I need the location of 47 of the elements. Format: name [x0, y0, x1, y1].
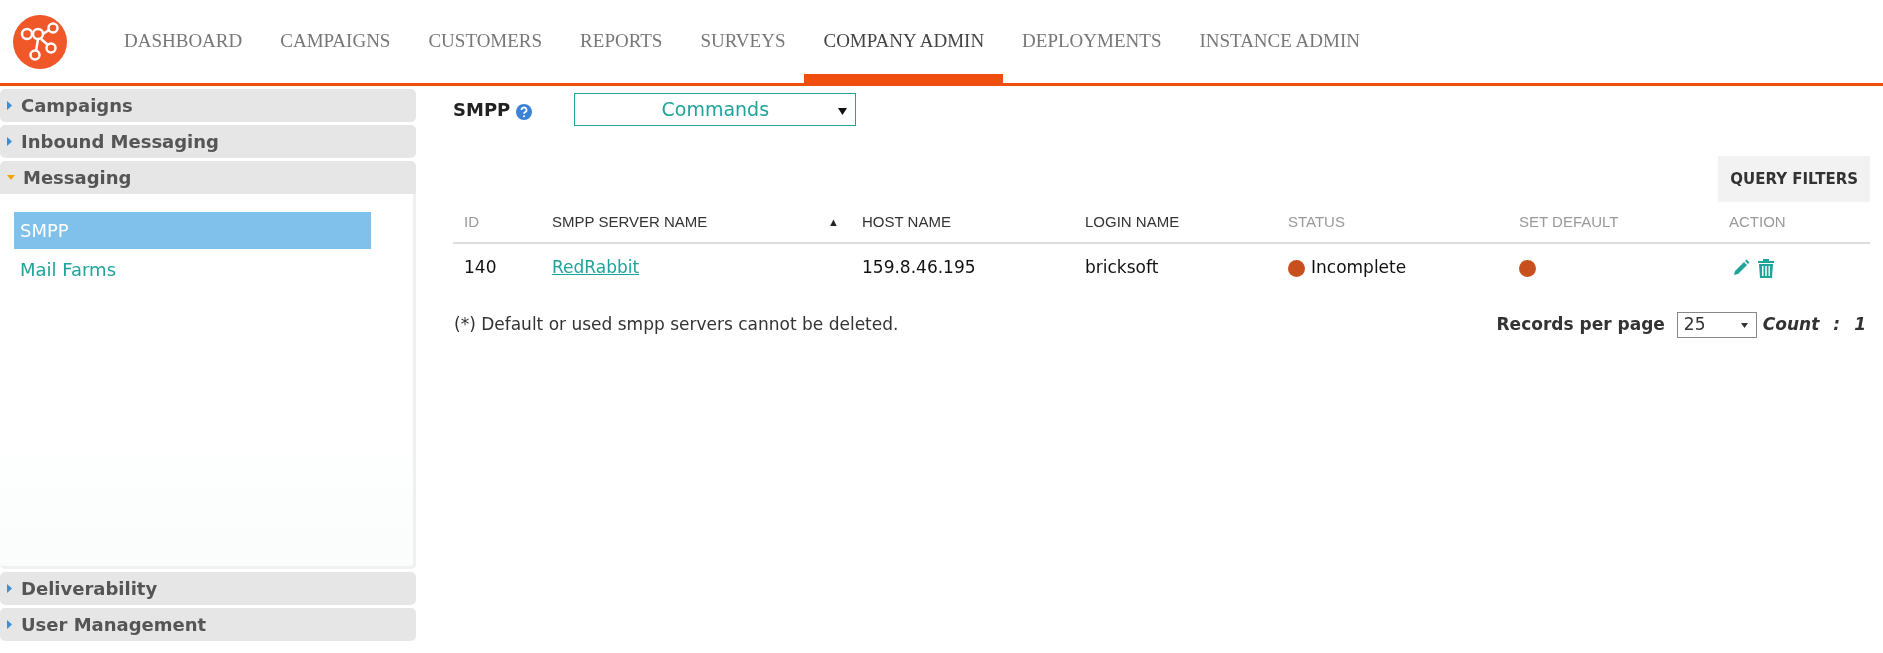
help-icon[interactable]	[516, 103, 533, 120]
caret-down-icon	[1740, 323, 1748, 328]
count-label: Count	[1762, 313, 1820, 337]
records-per-page-label: Records per page	[1496, 313, 1665, 337]
column-header: ID	[464, 211, 479, 232]
caret-right-icon	[7, 620, 13, 629]
caret-down-icon	[838, 108, 848, 115]
server-name-link[interactable]: RedRabbit	[552, 257, 640, 278]
nav-tab[interactable]: DASHBOARD	[124, 27, 243, 56]
sort-ascending-glyph[interactable]: ▲	[828, 213, 839, 231]
sidebar-section-header[interactable]: Messaging	[0, 161, 416, 194]
trash-icon[interactable]	[1758, 258, 1774, 278]
pencil-icon[interactable]	[1732, 259, 1750, 277]
sidebar-section-header[interactable]: User Management	[0, 608, 416, 641]
caret-right-icon	[7, 584, 13, 593]
page-title: SMPP	[453, 98, 511, 122]
sidebar-section-header[interactable]: Deliverability	[0, 572, 416, 605]
column-header[interactable]: LOGIN NAME	[1085, 210, 1180, 234]
column-header: SET DEFAULT	[1519, 211, 1619, 232]
count-value: 1	[1854, 313, 1866, 337]
table-cell: bricksoft	[1085, 257, 1159, 278]
nav-tab[interactable]: COMPANY ADMIN	[823, 27, 985, 56]
status-text: Incomplete	[1311, 256, 1407, 280]
logo-icon[interactable]	[13, 14, 67, 69]
column-header[interactable]: SMPP SERVER NAME	[552, 210, 708, 234]
records-per-page-select[interactable]: 25	[1676, 312, 1757, 338]
query-filters-button[interactable]: QUERY FILTERS	[1718, 156, 1870, 202]
column-header: ACTION	[1729, 211, 1786, 232]
column-header: STATUS	[1288, 211, 1345, 232]
table-cell: 159.8.46.195	[862, 257, 976, 278]
nav-tab[interactable]: CUSTOMERS	[428, 27, 543, 56]
table-cell: 140	[464, 257, 497, 278]
nav-tab[interactable]: INSTANCE ADMIN	[1199, 27, 1360, 56]
nav-tab[interactable]: REPORTS	[580, 27, 663, 56]
nav-tab[interactable]: CAMPAIGNS	[280, 27, 391, 56]
count-separator: :	[1833, 313, 1841, 337]
column-header[interactable]: HOST NAME	[862, 210, 951, 234]
footnote-text: (*) Default or used smpp servers cannot be deleted.	[453, 313, 899, 337]
nav-tab[interactable]: DEPLOYMENTS	[1022, 27, 1162, 56]
sidebar-link[interactable]: Mail Farms	[14, 251, 371, 288]
caret-right-icon	[7, 137, 13, 146]
sidebar-section-header[interactable]: Campaigns	[0, 89, 416, 122]
nav-tab[interactable]: SURVEYS	[700, 27, 786, 56]
caret-right-icon	[7, 101, 13, 110]
commands-dropdown[interactable]: Commands	[574, 93, 857, 126]
sidebar-section-header[interactable]: Inbound Messaging	[0, 125, 416, 158]
caret-down-icon	[7, 174, 15, 181]
